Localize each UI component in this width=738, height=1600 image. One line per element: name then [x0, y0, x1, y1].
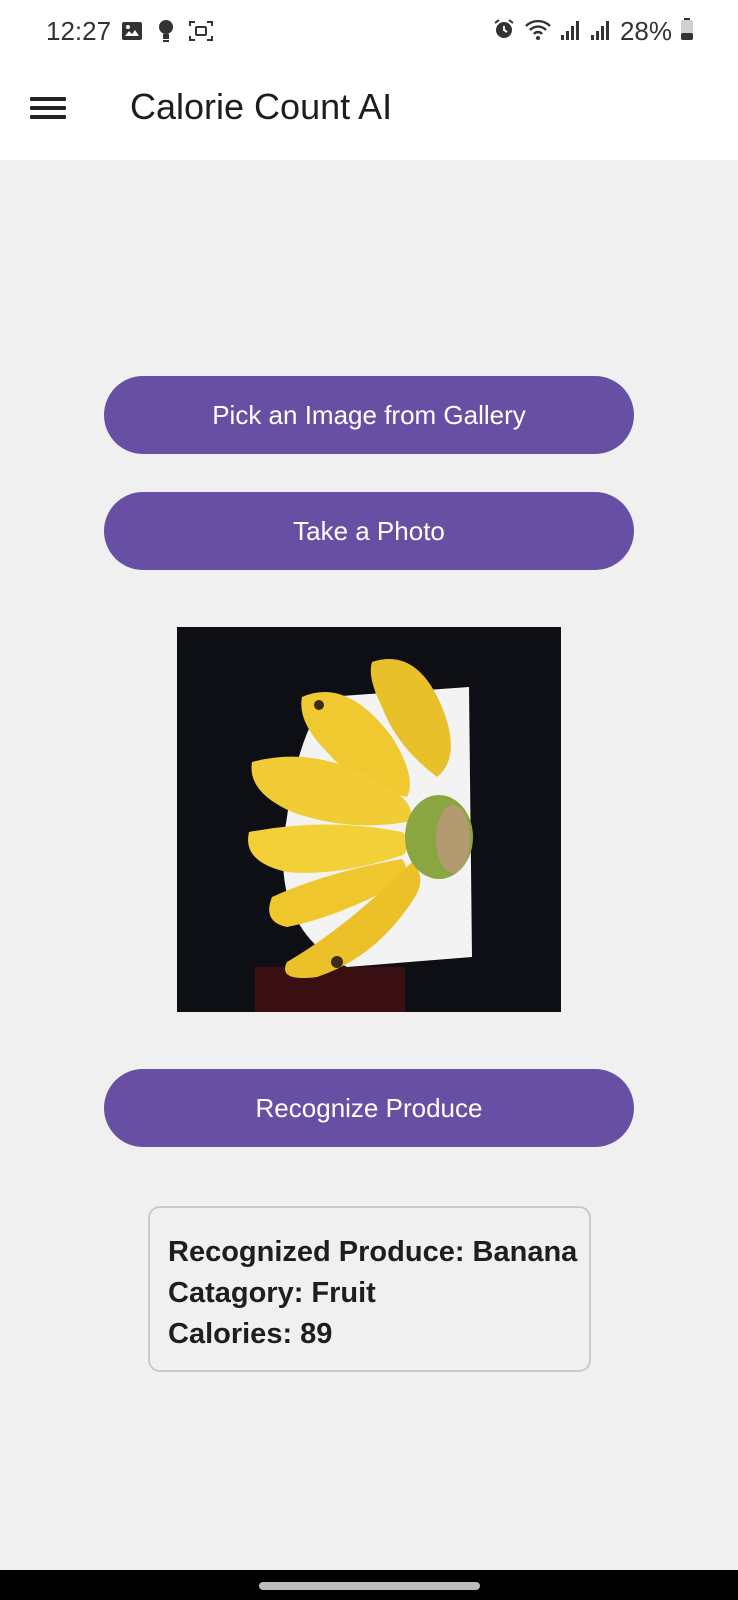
app-bar: Calorie Count AI: [0, 64, 738, 160]
recognize-produce-button[interactable]: Recognize Produce: [104, 1069, 634, 1147]
screen-capture-icon: [188, 19, 214, 48]
battery-percentage: 28%: [619, 16, 672, 46]
recognition-result-card: Recognized Produce: Banana Catagory: Fru…: [148, 1206, 591, 1372]
calories-text: Calories: 89: [168, 1318, 333, 1350]
lightbulb-icon: [156, 18, 176, 49]
selected-food-image: [177, 627, 561, 1012]
take-photo-button[interactable]: Take a Photo: [104, 492, 634, 570]
battery-icon: [680, 17, 694, 46]
image-icon: [120, 19, 144, 48]
signal-icon: [560, 17, 582, 46]
home-gesture-handle[interactable]: [259, 1582, 480, 1590]
recognized-produce-text: Recognized Produce: Banana: [168, 1236, 578, 1268]
system-navigation-bar: [0, 1570, 738, 1600]
status-left-icons: [120, 18, 214, 49]
wifi-icon: [524, 17, 552, 46]
category-text: Catagory: Fruit: [168, 1277, 376, 1309]
status-right-icons: 28%: [492, 16, 694, 47]
signal-icon: [590, 17, 612, 46]
alarm-icon: [492, 17, 516, 46]
pick-image-gallery-button[interactable]: Pick an Image from Gallery: [104, 376, 634, 454]
status-time: 12:27: [46, 16, 112, 46]
app-title: Calorie Count AI: [130, 86, 393, 127]
hamburger-menu-icon[interactable]: [30, 92, 70, 132]
status-bar: 12:27 28%: [0, 0, 738, 64]
